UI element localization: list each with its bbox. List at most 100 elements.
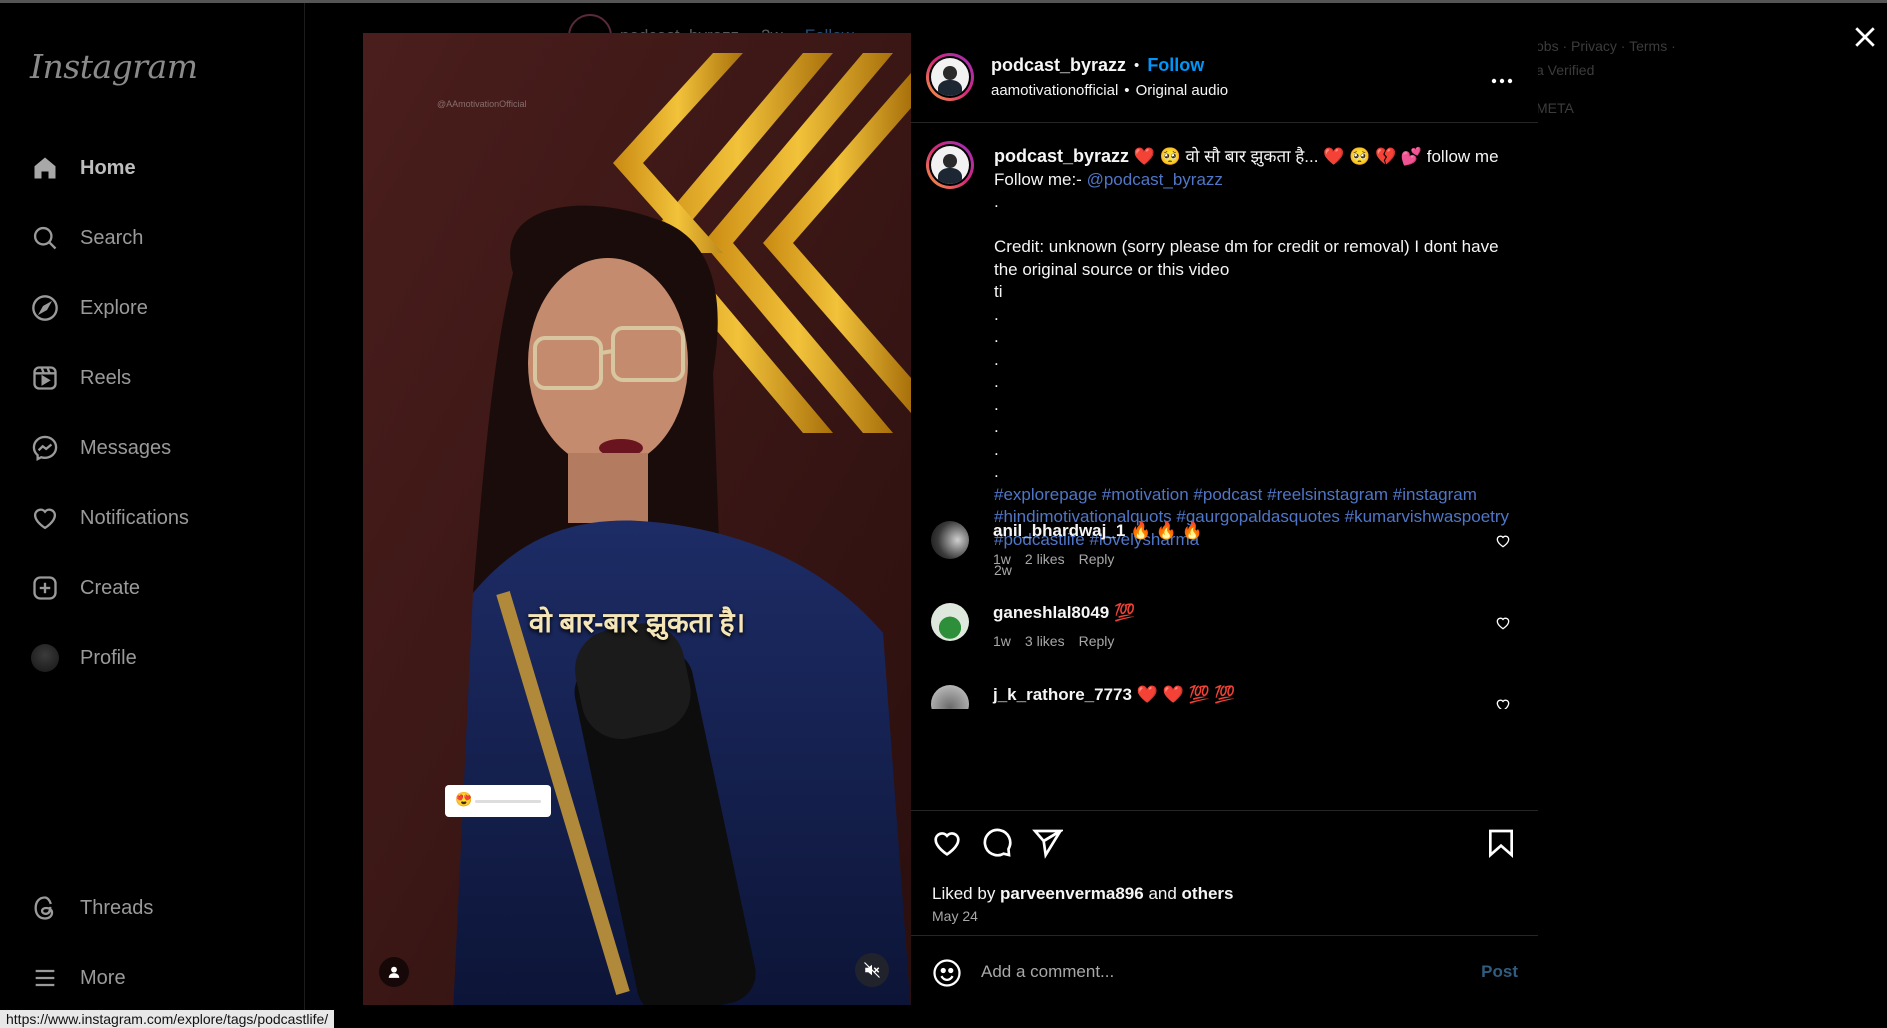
author-avatar[interactable] [926,53,974,101]
audio-dot: • [1124,82,1130,99]
post-caption: podcast_byrazz ❤️ 🥺 वो सौ बार झुकता है..… [994,145,1514,582]
comment-text: 🔥 🔥 🔥 [1130,521,1203,540]
caption-username[interactable]: podcast_byrazz [994,146,1129,166]
video-subtitle: वो बार-बार झुकता है। [528,607,746,638]
sidebar-item-create[interactable]: Create [28,568,278,608]
caption-avatar[interactable] [926,141,974,189]
avatar [931,146,969,184]
search-icon [28,221,62,255]
avatar [931,58,969,96]
sidebar-item-home[interactable]: Home [28,148,278,188]
original-audio-link[interactable]: Original audio [1136,82,1229,99]
sidebar-item-label: Reels [80,366,132,389]
post-panel: podcast_byrazz • Follow aamotivationoffi… [911,33,1538,1005]
comment-bubble-icon[interactable] [981,827,1013,859]
emoji-slider-sticker: 😍 [445,785,551,817]
ti-text: ti [994,282,1003,301]
comment-text: 💯 [1113,603,1136,622]
liked-prefix: Liked by [932,884,1001,903]
comment-username[interactable]: ganeshlal8049 [993,603,1109,622]
sidebar-item-label: Create [80,576,141,599]
sidebar-item-label: More [80,966,126,989]
caption-dot: . [994,417,999,436]
avatar [31,644,59,672]
heart-icon [28,501,62,535]
comment-time: 1w [993,633,1011,649]
sidebar-item-search[interactable]: Search [28,218,278,258]
post-actions: Liked by parveenverma896 and others May … [911,810,1538,1005]
caption-dot: . [994,304,999,324]
like-comment-heart-icon[interactable] [1495,697,1511,709]
sidebar-item-label: Home [80,156,136,179]
audio-user[interactable]: aamotivationofficial [991,82,1118,99]
sidebar-item-messages[interactable]: Messages [28,428,278,468]
mention-link[interactable]: @podcast_byrazz [1087,170,1223,189]
liked-and: and [1143,884,1182,903]
sidebar-item-label: Search [80,226,144,249]
sidebar-item-profile[interactable]: Profile [28,638,278,678]
slider-track [475,800,541,803]
reply-button[interactable]: Reply [1079,633,1115,649]
sidebar: Instagram Home Search Explore Reels Mess… [0,3,305,1028]
avatar[interactable] [931,685,969,709]
comment-input[interactable]: Add a comment... [981,962,1114,982]
close-icon [1855,27,1875,47]
emoji-icon: 😍 [455,791,473,807]
home-icon [28,151,62,185]
follow-button[interactable]: Follow [1147,55,1204,76]
reel-video[interactable]: @AAmotivationOfficial वो बार-बार झुकता ह… [363,33,911,1005]
instagram-logo[interactable]: Instagram [30,47,198,86]
avatar[interactable] [931,521,969,559]
more-options-button[interactable] [1491,71,1513,89]
mute-button[interactable] [855,953,889,987]
user-icon [388,966,400,978]
post-header: podcast_byrazz • Follow aamotivationoffi… [911,33,1538,123]
footer-meta: META [1536,100,1574,116]
sidebar-item-explore[interactable]: Explore [28,288,278,328]
tagged-users-button[interactable] [379,957,409,987]
comment-item: anil_bhardwaj_1 🔥 🔥 🔥 1w 2 likes Reply [931,521,1521,581]
follow-me-text: Follow me:- [994,169,1087,189]
like-comment-heart-icon[interactable] [1495,615,1511,631]
emoji-icon[interactable] [932,958,962,988]
sidebar-item-notifications[interactable]: Notifications [28,498,278,538]
liked-user[interactable]: parveenverma896 [1000,884,1144,903]
close-button[interactable] [1850,22,1880,52]
footer-verified: a Verified [1536,62,1595,78]
post-comment-button[interactable]: Post [1481,962,1518,982]
caption-dot: . [994,327,999,346]
comment-likes[interactable]: 3 likes [1025,633,1065,649]
video-frame [363,33,911,1005]
muted-speaker-icon [864,962,880,978]
comment-likes[interactable]: 2 likes [1025,551,1065,567]
sidebar-item-label: Threads [80,896,154,919]
like-comment-heart-icon[interactable] [1495,533,1511,549]
caption-dot: . [994,192,999,211]
header-dot: • [1134,57,1140,74]
author-username[interactable]: podcast_byrazz [991,55,1126,76]
like-heart-icon[interactable] [931,827,963,859]
post-date: May 24 [932,908,978,924]
caption-text: ❤️ 🥺 वो सौ बार झुकता है... ❤️ 🥺 💔 💕 foll… [1129,147,1499,166]
avatar[interactable] [931,603,969,641]
liked-by-text: Liked by parveenverma896 and others [932,884,1234,904]
sidebar-item-reels[interactable]: Reels [28,358,278,398]
caption-dot: . [994,439,999,459]
share-send-icon[interactable] [1031,827,1063,859]
threads-icon [28,891,62,925]
sidebar-item-more[interactable]: More [28,958,278,998]
compass-icon [28,291,62,325]
messenger-icon [28,431,62,465]
sidebar-item-label: Messages [80,436,172,459]
bookmark-icon[interactable] [1485,827,1517,859]
sidebar-item-threads[interactable]: Threads [28,888,278,928]
reply-button[interactable]: Reply [1079,551,1115,567]
caption-dot: . [994,349,999,369]
comment-username[interactable]: anil_bhardwaj_1 [993,521,1125,540]
add-comment-bar: Add a comment... Post [911,935,1538,1005]
comment-username[interactable]: j_k_rathore_7773 [993,685,1132,704]
liked-others[interactable]: others [1182,884,1234,903]
ellipsis-icon [1491,78,1513,84]
comment-time: 1w [993,551,1011,567]
comment-text: ❤️ ❤️ 💯 💯 [1136,685,1236,704]
